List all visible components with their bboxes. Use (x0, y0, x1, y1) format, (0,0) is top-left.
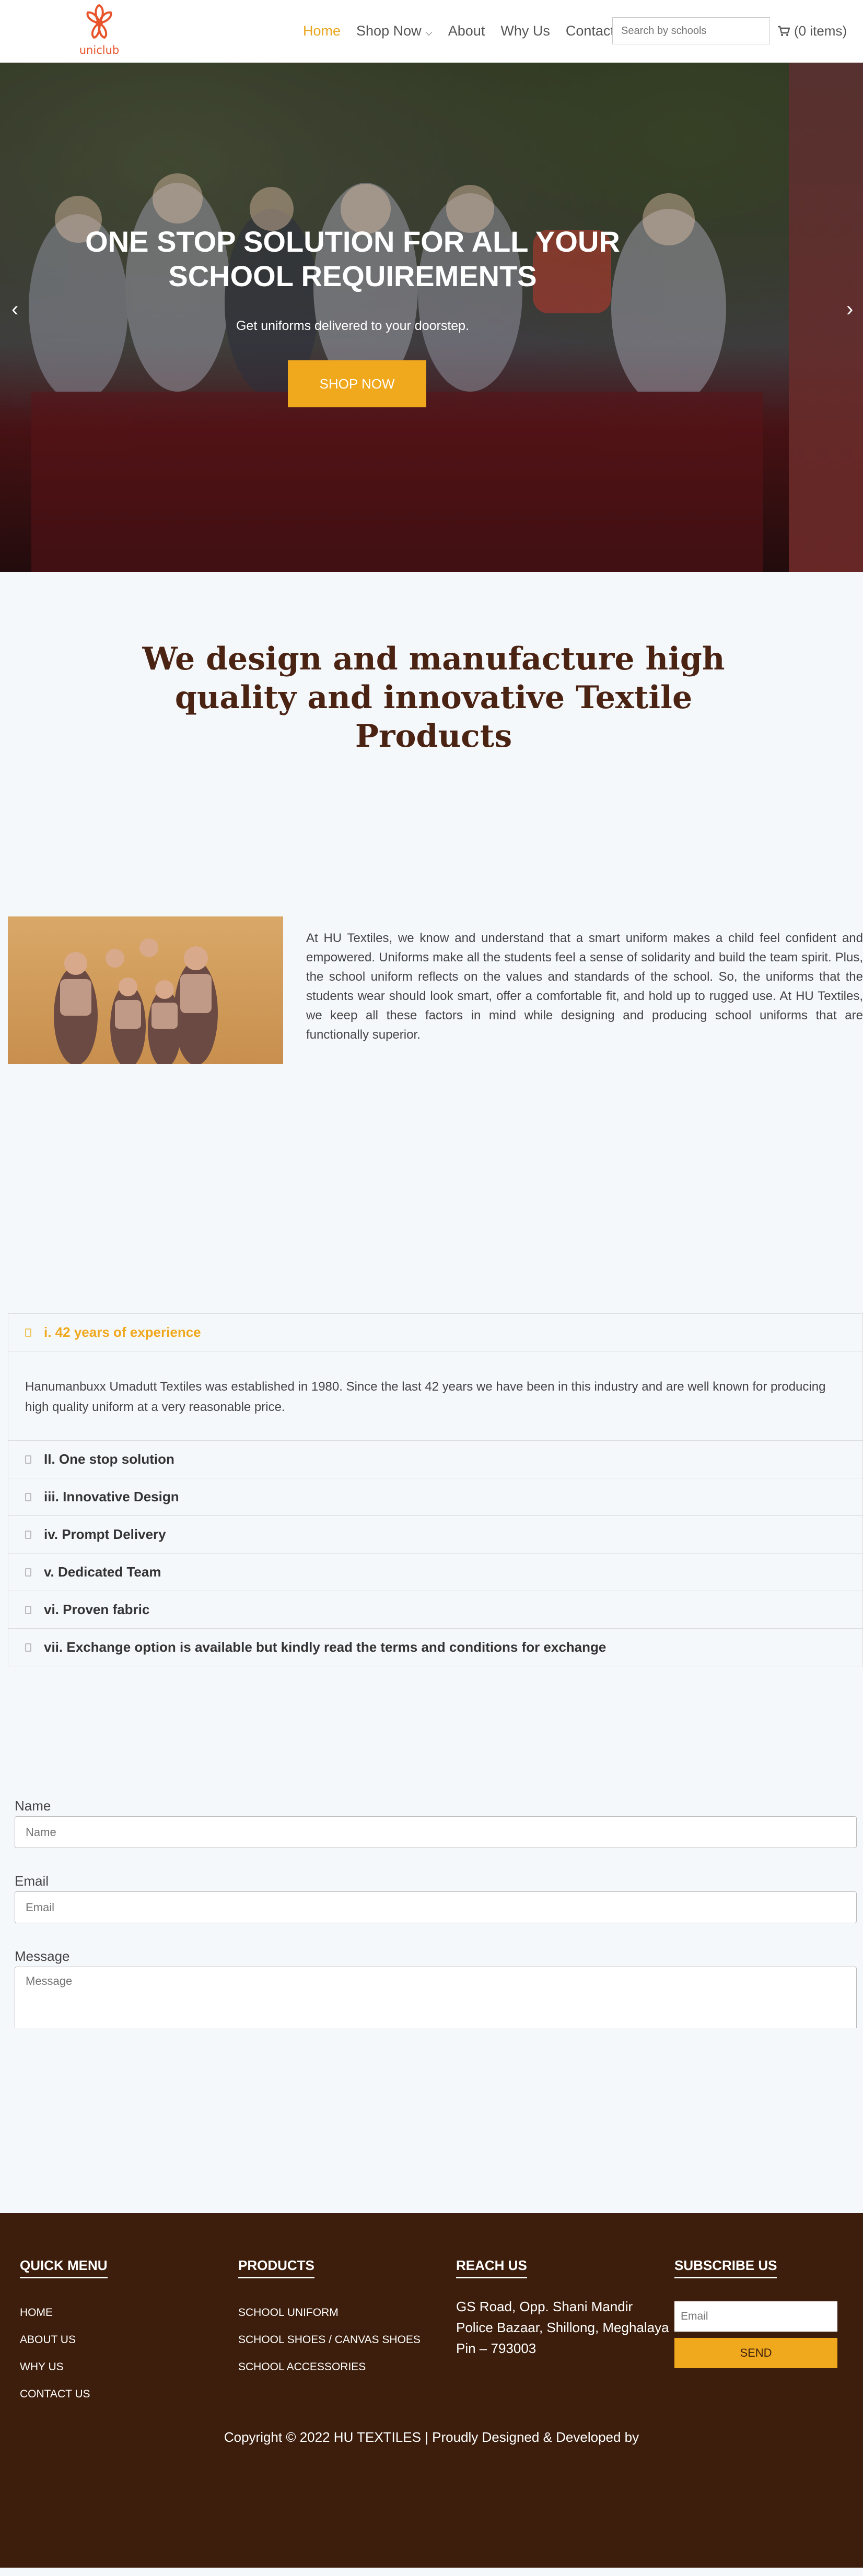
footer-products-links: SCHOOL UNIFORM SCHOOL SHOES / CANVAS SHO… (238, 2299, 421, 2381)
main-nav: Home Shop Now ⌵ About Why Us Contact (303, 23, 614, 39)
subscribe-email-input[interactable] (674, 2301, 837, 2332)
uniform-models-illustration (54, 938, 218, 1064)
accordion-toggle-icon (25, 1455, 31, 1464)
name-field[interactable] (15, 1816, 857, 1848)
footer-link-school-shoes[interactable]: SCHOOL SHOES / CANVAS SHOES (238, 2326, 421, 2354)
footer-subscribe: SUBSCRIBE US SEND (674, 2257, 837, 2368)
footer-link-school-accessories[interactable]: SCHOOL ACCESSORIES (238, 2354, 421, 2381)
page-bottom-edge (0, 2568, 863, 2576)
subscribe-send-button[interactable]: SEND (674, 2338, 837, 2368)
hero-carousel: ONE STOP SOLUTION FOR ALL YOUR SCHOOL RE… (0, 63, 863, 572)
email-label: Email (15, 1873, 49, 1889)
footer-link-about-us[interactable]: ABOUT US (20, 2326, 108, 2354)
accordion-toggle-icon (25, 1643, 31, 1652)
site-header: uniclub Home Shop Now ⌵ About Why Us Con… (0, 0, 863, 63)
accordion-header-prompt-delivery[interactable]: iv. Prompt Delivery (8, 1516, 862, 1553)
message-label: Message (15, 1948, 70, 1964)
carousel-prev-icon[interactable]: ‹ (11, 298, 18, 321)
accordion-toggle-icon (25, 1492, 31, 1501)
intro-heading: We design and manufacture high quality a… (142, 641, 725, 755)
cart-count: (0 items) (794, 23, 847, 39)
hero-subtitle: Get uniforms delivered to your doorstep. (236, 319, 470, 333)
accordion-item: v. Dedicated Team (8, 1554, 862, 1591)
accordion-item: iv. Prompt Delivery (8, 1516, 862, 1554)
address-line: Pin – 793003 (456, 2340, 537, 2356)
shop-now-button[interactable]: SHOP NOW (288, 360, 426, 407)
accordion-header-experience[interactable]: i. 42 years of experience (8, 1314, 862, 1351)
accordion-title: i. 42 years of experience (44, 1324, 201, 1340)
footer-reach-us-title: REACH US (456, 2257, 527, 2278)
accordion-header-proven-fabric[interactable]: vi. Proven fabric (8, 1591, 862, 1628)
footer-quick-menu: QUICK MENU HOME ABOUT US WHY US CONTACT … (20, 2257, 108, 2408)
copyright-text: Copyright © 2022 HU TEXTILES | Proudly D… (224, 2429, 639, 2445)
footer-link-home[interactable]: HOME (20, 2299, 108, 2326)
nav-why-us[interactable]: Why Us (500, 23, 550, 39)
footer-link-contact-us[interactable]: CONTACT US (20, 2381, 108, 2408)
address-line: GS Road, Opp. Shani Mandir (456, 2299, 633, 2314)
nav-shop-now-label: Shop Now (356, 23, 422, 39)
nav-home[interactable]: Home (303, 23, 341, 39)
accordion-header-exchange-option[interactable]: vii. Exchange option is available but ki… (8, 1629, 862, 1666)
logo-text: uniclub (79, 44, 120, 56)
about-paragraph: At HU Textiles, we know and understand t… (306, 931, 863, 1042)
footer-link-school-uniform[interactable]: SCHOOL UNIFORM (238, 2299, 421, 2326)
accordion-item: vi. Proven fabric (8, 1591, 862, 1629)
family-uniform-photo (8, 916, 283, 1064)
accordion-toggle-icon (25, 1605, 31, 1614)
shopping-cart-icon (778, 26, 790, 36)
accordion-header-dedicated-team[interactable]: v. Dedicated Team (8, 1554, 862, 1591)
accordion-item: vii. Exchange option is available but ki… (8, 1629, 862, 1666)
why-us-accordion: i. 42 years of experience Hanumanbuxx Um… (8, 1313, 863, 1666)
footer-quick-menu-links: HOME ABOUT US WHY US CONTACT US (20, 2299, 108, 2408)
accordion-header-one-stop[interactable]: II. One stop solution (8, 1441, 862, 1478)
carousel-next-icon[interactable]: › (846, 298, 853, 321)
site-footer: QUICK MENU HOME ABOUT US WHY US CONTACT … (0, 2213, 863, 2568)
accordion-body-experience: Hanumanbuxx Umadutt Textiles was establi… (8, 1351, 862, 1440)
contact-form: Name Email Message (15, 1798, 857, 2031)
footer-quick-menu-title: QUICK MENU (20, 2257, 108, 2278)
accordion-item: iii. Innovative Design (8, 1478, 862, 1516)
accordion-title: vii. Exchange option is available but ki… (44, 1639, 607, 1655)
hero-title: ONE STOP SOLUTION FOR ALL YOUR SCHOOL RE… (85, 225, 620, 292)
nav-shop-now[interactable]: Shop Now ⌵ (356, 23, 433, 39)
chevron-down-icon: ⌵ (425, 27, 433, 38)
accordion-title: v. Dedicated Team (44, 1564, 161, 1580)
footer-subscribe-title: SUBSCRIBE US (674, 2257, 777, 2278)
footer-address: GS Road, Opp. Shani Mandir Police Bazaar… (456, 2296, 669, 2359)
message-field[interactable] (15, 1967, 857, 2028)
accordion-title: II. One stop solution (44, 1451, 174, 1467)
accordion-toggle-icon (25, 1568, 31, 1577)
accordion-toggle-icon (25, 1530, 31, 1539)
school-search-input[interactable] (612, 17, 770, 44)
accordion-item: II. One stop solution (8, 1441, 862, 1478)
cart-link[interactable]: (0 items) (777, 23, 847, 39)
accordion-title: iii. Innovative Design (44, 1489, 179, 1504)
footer-products-title: PRODUCTS (238, 2257, 314, 2278)
accordion-title: vi. Proven fabric (44, 1602, 150, 1617)
footer-link-why-us[interactable]: WHY US (20, 2354, 108, 2381)
nav-contact[interactable]: Contact (566, 23, 614, 39)
flower-logo-icon (86, 4, 112, 39)
accordion-title: iv. Prompt Delivery (44, 1526, 166, 1542)
accordion-header-innovative-design[interactable]: iii. Innovative Design (8, 1478, 862, 1515)
accordion-toggle-icon (25, 1328, 31, 1337)
footer-products: PRODUCTS SCHOOL UNIFORM SCHOOL SHOES / C… (238, 2257, 421, 2381)
site-logo[interactable]: uniclub (73, 2, 125, 61)
name-label: Name (15, 1798, 51, 1814)
email-field[interactable] (15, 1891, 857, 1923)
footer-reach-us: REACH US GS Road, Opp. Shani Mandir Poli… (456, 2257, 669, 2359)
accordion-item: i. 42 years of experience Hanumanbuxx Um… (8, 1314, 862, 1441)
address-line: Police Bazaar, Shillong, Meghalaya (456, 2320, 669, 2335)
nav-about[interactable]: About (448, 23, 485, 39)
